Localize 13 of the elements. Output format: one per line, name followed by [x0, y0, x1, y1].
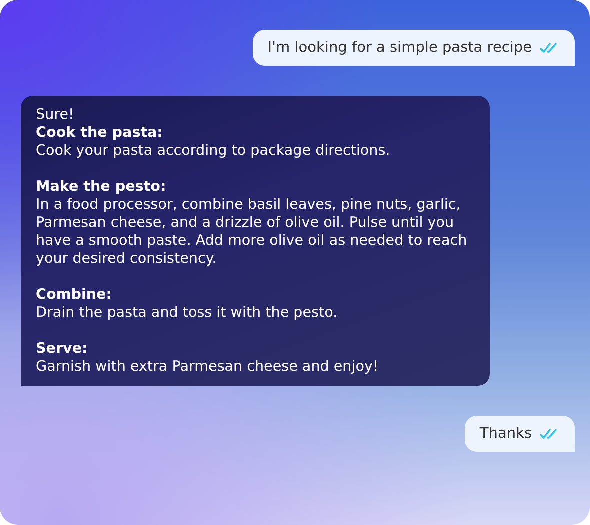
- double-check-icon: [540, 428, 560, 440]
- section-heading: Serve:: [36, 340, 89, 358]
- section-heading: Make the pesto:: [36, 178, 168, 196]
- section-text: In a food processor, combine basil leaves, pine nuts, garlic, Parmesan cheese, and a drizzle of olive oil. Pulse until you have a smooth paste. Add more olive oil as needed to reach your desired consistency.: [36, 196, 468, 268]
- double-check-icon: [540, 42, 560, 54]
- message-text: Thanks: [480, 425, 532, 444]
- message-text: I'm looking for a simple pasta recipe: [268, 39, 532, 58]
- section-text: Drain the pasta and toss it with the pesto.: [36, 304, 339, 322]
- section-heading: Combine:: [36, 286, 113, 304]
- section-heading: Cook the pasta:: [36, 124, 164, 142]
- message-text: Sure!: [36, 106, 76, 124]
- section-text: Garnish with extra Parmesan cheese and enjoy!: [36, 358, 380, 376]
- section-text: Cook your pasta according to package directions.: [36, 142, 392, 160]
